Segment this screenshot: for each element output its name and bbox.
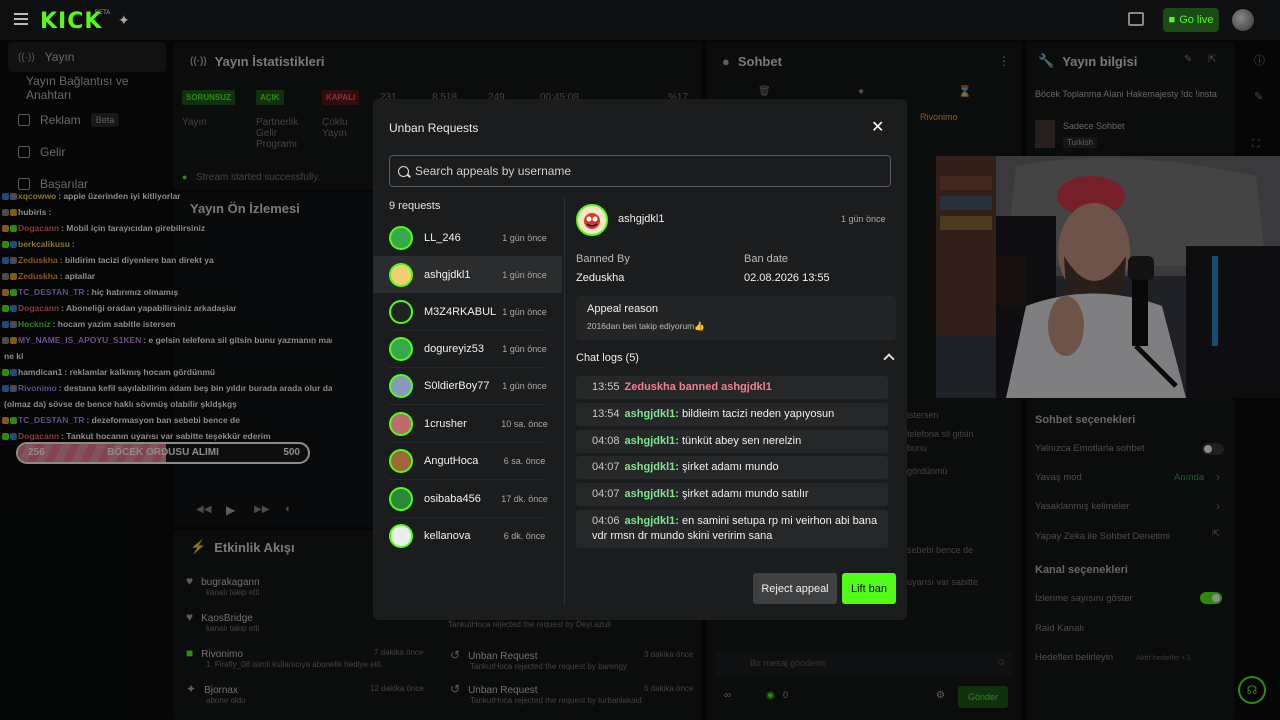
modal-title: Unban Requests (389, 121, 479, 135)
request-username: 1crusher (424, 417, 467, 430)
chat-log-username[interactable]: ashgjdkl1: (625, 488, 679, 500)
request-username: ashgjdkl1 (424, 268, 471, 281)
detail-avatar (576, 204, 608, 236)
chat-log-row: 13:55 Zeduskha banned ashgjdkl1 (576, 376, 888, 399)
reject-appeal-button[interactable]: Reject appeal (753, 573, 837, 604)
camera-icon: ■ (1168, 14, 1176, 26)
chat-log-row: 04:08 ashgjdkl1: tünküt abey sen nerelzin (576, 430, 888, 453)
go-live-label: Go live (1179, 14, 1214, 26)
modal-divider (564, 197, 565, 605)
banned-by-label: Banned By (576, 253, 630, 265)
request-time: 10 sa. önce (501, 418, 548, 429)
request-time: 1 gün önce (502, 306, 547, 317)
close-icon[interactable]: ✕ (871, 117, 884, 137)
request-time: 1 gün önce (502, 343, 547, 354)
banned-by-value: Zeduskha (576, 272, 625, 284)
chat-log-username[interactable]: ashgjdkl1: (625, 435, 679, 447)
request-username: osibaba456 (424, 492, 481, 505)
pin-icon[interactable]: ✦ (118, 12, 130, 29)
chat-log-message: tünküt abey sen nerelzin (682, 435, 802, 447)
logo-beta-label: BETA (95, 10, 111, 16)
detail-avatar-image (578, 206, 606, 234)
chat-log-username[interactable]: ashgjdkl1: (625, 461, 679, 473)
request-time: 1 gün önce (502, 380, 547, 391)
chat-log-row: 04:06 ashgjdkl1: en samini setupa rp mi v… (576, 510, 888, 548)
request-item[interactable]: AngutHoca 6 sa. önce (373, 442, 562, 479)
search-field[interactable] (389, 155, 891, 187)
search-icon (398, 165, 409, 177)
user-avatar[interactable] (1232, 9, 1254, 31)
request-time: 6 sa. önce (503, 455, 546, 466)
live-monitor-icon[interactable] (1128, 12, 1144, 26)
chat-log-message: şirket adamı mundo (682, 461, 779, 473)
ban-date-value: 02.08.2026 13:55 (744, 272, 830, 284)
request-username: AngutHoca (424, 454, 479, 467)
request-avatar (389, 373, 413, 398)
chat-log-message: bildieim tacizi neden yapıyosun (682, 408, 835, 420)
request-avatar (389, 336, 413, 361)
chat-logs-label: Chat logs (5) (576, 352, 639, 364)
chat-log-row: 04:07 ashgjdkl1: şirket adamı mundo satıl… (576, 483, 888, 506)
request-count: 9 requests (389, 200, 441, 212)
request-username: LL_246 (424, 231, 461, 244)
request-item[interactable]: kellanova 6 dk. önce (373, 517, 562, 554)
detail-username: ashgjdkl1 (618, 213, 665, 225)
chat-log-message: şirket adamı mundo satılır (682, 488, 809, 500)
request-avatar (389, 523, 413, 548)
chat-log-username[interactable]: ashgjdkl1: (625, 515, 679, 527)
kick-logo[interactable]: KICK (40, 9, 102, 34)
request-username: kellanova (424, 529, 471, 542)
top-bar: KICK BETA ✦ ■ Go live (0, 0, 1280, 40)
chat-log-row: 04:07 ashgjdkl1: şirket adamı mundo (576, 456, 888, 479)
lift-ban-button[interactable]: Lift ban (842, 573, 896, 604)
request-avatar (389, 262, 413, 287)
ban-date-label: Ban date (744, 253, 789, 265)
request-avatar (389, 299, 413, 324)
request-time: 17 dk. önce (501, 493, 548, 504)
menu-icon[interactable] (14, 13, 28, 25)
chat-log-message: Zeduskha banned ashgjdkl1 (624, 381, 772, 393)
chat-log-time: 04:07 (592, 461, 620, 473)
detail-time: 1 gün önce (841, 214, 886, 224)
chat-log-row: 13:54 ashgjdkl1: bildieim tacizi neden ya… (576, 403, 888, 426)
request-avatar (389, 225, 413, 250)
request-username: S0ldierBoy77 (424, 379, 490, 392)
search-input[interactable] (415, 164, 875, 178)
chat-log-time: 04:07 (592, 488, 620, 500)
request-time: 1 gün önce (502, 269, 547, 280)
chat-log-time: 13:55 (592, 381, 620, 393)
go-live-button[interactable]: ■ Go live (1163, 8, 1219, 32)
request-time: 1 gün önce (502, 232, 547, 243)
chat-log-time: 04:08 (592, 435, 620, 447)
request-item[interactable]: 1crusher 10 sa. önce (373, 405, 562, 442)
appeal-reason-label: Appeal reason (587, 303, 658, 315)
request-item[interactable]: S0ldierBoy77 1 gün önce (373, 367, 562, 404)
request-avatar (389, 448, 413, 473)
chevron-up-icon[interactable] (883, 353, 895, 365)
request-username: M3Z4RKABUL (424, 305, 497, 318)
request-username: dogureyiz53 (424, 342, 484, 355)
appeal-reason-box: Appeal reason 2016dan beri takip ediyoru… (576, 296, 896, 340)
request-avatar (389, 486, 413, 511)
chat-log-time: 04:06 (592, 515, 620, 527)
request-item[interactable]: ashgjdkl1 1 gün önce (373, 256, 562, 293)
chat-log-time: 13:54 (592, 408, 620, 420)
request-time: 6 dk. önce (503, 530, 546, 541)
request-item[interactable]: M3Z4RKABUL 1 gün önce (373, 293, 562, 330)
request-item[interactable]: dogureyiz53 1 gün önce (373, 330, 562, 367)
appeal-reason-text: 2016dan beri takip ediyorum👍 (587, 321, 705, 331)
request-item[interactable]: osibaba456 17 dk. önce (373, 480, 562, 517)
request-avatar (389, 411, 413, 436)
chat-log-username[interactable]: ashgjdkl1: (625, 408, 679, 420)
request-item[interactable]: LL_246 1 gün önce (373, 219, 562, 256)
unban-requests-modal: Unban Requests ✕ 9 requests LL_246 1 gün … (373, 99, 907, 620)
